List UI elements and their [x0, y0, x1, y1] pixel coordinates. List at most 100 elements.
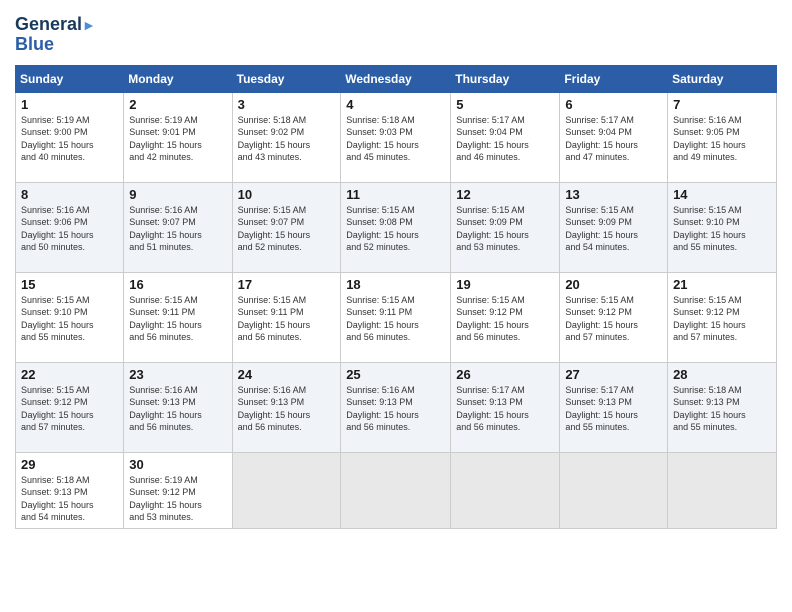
day-detail: Sunrise: 5:18 AM Sunset: 9:03 PM Dayligh…	[346, 114, 445, 164]
day-detail: Sunrise: 5:15 AM Sunset: 9:12 PM Dayligh…	[456, 294, 554, 344]
day-number: 1	[21, 97, 118, 112]
calendar-cell: 13 Sunrise: 5:15 AM Sunset: 9:09 PM Dayli…	[560, 182, 668, 272]
calendar-cell: 24 Sunrise: 5:16 AM Sunset: 9:13 PM Dayli…	[232, 362, 341, 452]
day-detail: Sunrise: 5:19 AM Sunset: 9:01 PM Dayligh…	[129, 114, 226, 164]
day-number: 9	[129, 187, 226, 202]
logo: General► Blue	[15, 15, 96, 55]
day-detail: Sunrise: 5:19 AM Sunset: 9:12 PM Dayligh…	[129, 474, 226, 524]
day-number: 13	[565, 187, 662, 202]
day-of-week-header: Friday	[560, 65, 668, 92]
day-detail: Sunrise: 5:15 AM Sunset: 9:09 PM Dayligh…	[565, 204, 662, 254]
day-number: 2	[129, 97, 226, 112]
calendar-cell: 15Sunrise: 5:15 AM Sunset: 9:10 PM Dayli…	[16, 272, 124, 362]
calendar-cell: 19 Sunrise: 5:15 AM Sunset: 9:12 PM Dayli…	[451, 272, 560, 362]
calendar-cell: 22Sunrise: 5:15 AM Sunset: 9:12 PM Dayli…	[16, 362, 124, 452]
day-number: 8	[21, 187, 118, 202]
calendar-cell: 23 Sunrise: 5:16 AM Sunset: 9:13 PM Dayli…	[124, 362, 232, 452]
day-detail: Sunrise: 5:16 AM Sunset: 9:13 PM Dayligh…	[238, 384, 336, 434]
calendar-cell: 28 Sunrise: 5:18 AM Sunset: 9:13 PM Dayli…	[668, 362, 777, 452]
day-of-week-header: Saturday	[668, 65, 777, 92]
day-detail: Sunrise: 5:15 AM Sunset: 9:11 PM Dayligh…	[238, 294, 336, 344]
calendar-cell: 29 Sunrise: 5:18 AM Sunset: 9:13 PM Dayli…	[16, 452, 124, 528]
day-detail: Sunrise: 5:16 AM Sunset: 9:13 PM Dayligh…	[129, 384, 226, 434]
day-detail: Sunrise: 5:18 AM Sunset: 9:13 PM Dayligh…	[673, 384, 771, 434]
day-number: 7	[673, 97, 771, 112]
day-detail: Sunrise: 5:15 AM Sunset: 9:10 PM Dayligh…	[21, 294, 118, 344]
day-of-week-header: Sunday	[16, 65, 124, 92]
calendar-cell: 25 Sunrise: 5:16 AM Sunset: 9:13 PM Dayli…	[341, 362, 451, 452]
calendar-cell: 14Sunrise: 5:15 AM Sunset: 9:10 PM Dayli…	[668, 182, 777, 272]
calendar-cell: 18 Sunrise: 5:15 AM Sunset: 9:11 PM Dayli…	[341, 272, 451, 362]
day-of-week-header: Thursday	[451, 65, 560, 92]
calendar-cell: 2 Sunrise: 5:19 AM Sunset: 9:01 PM Daylig…	[124, 92, 232, 182]
day-detail: Sunrise: 5:15 AM Sunset: 9:09 PM Dayligh…	[456, 204, 554, 254]
calendar-cell: 20 Sunrise: 5:15 AM Sunset: 9:12 PM Dayli…	[560, 272, 668, 362]
day-detail: Sunrise: 5:16 AM Sunset: 9:07 PM Dayligh…	[129, 204, 226, 254]
day-number: 18	[346, 277, 445, 292]
day-number: 3	[238, 97, 336, 112]
day-number: 6	[565, 97, 662, 112]
logo-subtext: Blue	[15, 35, 54, 55]
calendar-cell: 1 Sunrise: 5:19 AM Sunset: 9:00 PM Daylig…	[16, 92, 124, 182]
day-number: 29	[21, 457, 118, 472]
day-detail: Sunrise: 5:18 AM Sunset: 9:13 PM Dayligh…	[21, 474, 118, 524]
calendar-cell: 11 Sunrise: 5:15 AM Sunset: 9:08 PM Dayli…	[341, 182, 451, 272]
calendar-cell	[451, 452, 560, 528]
day-number: 27	[565, 367, 662, 382]
calendar-cell: 16 Sunrise: 5:15 AM Sunset: 9:11 PM Dayli…	[124, 272, 232, 362]
day-number: 19	[456, 277, 554, 292]
calendar-cell: 26 Sunrise: 5:17 AM Sunset: 9:13 PM Dayli…	[451, 362, 560, 452]
calendar-cell: 9 Sunrise: 5:16 AM Sunset: 9:07 PM Daylig…	[124, 182, 232, 272]
day-number: 30	[129, 457, 226, 472]
day-detail: Sunrise: 5:15 AM Sunset: 9:07 PM Dayligh…	[238, 204, 336, 254]
day-detail: Sunrise: 5:19 AM Sunset: 9:00 PM Dayligh…	[21, 114, 118, 164]
calendar-cell: 5 Sunrise: 5:17 AM Sunset: 9:04 PM Daylig…	[451, 92, 560, 182]
day-of-week-header: Tuesday	[232, 65, 341, 92]
day-number: 21	[673, 277, 771, 292]
calendar-cell: 6Sunrise: 5:17 AM Sunset: 9:04 PM Daylig…	[560, 92, 668, 182]
day-number: 10	[238, 187, 336, 202]
calendar-cell: 7 Sunrise: 5:16 AM Sunset: 9:05 PM Daylig…	[668, 92, 777, 182]
day-number: 17	[238, 277, 336, 292]
day-detail: Sunrise: 5:18 AM Sunset: 9:02 PM Dayligh…	[238, 114, 336, 164]
day-number: 12	[456, 187, 554, 202]
day-number: 4	[346, 97, 445, 112]
day-detail: Sunrise: 5:17 AM Sunset: 9:04 PM Dayligh…	[456, 114, 554, 164]
calendar-cell	[560, 452, 668, 528]
day-detail: Sunrise: 5:16 AM Sunset: 9:06 PM Dayligh…	[21, 204, 118, 254]
day-detail: Sunrise: 5:15 AM Sunset: 9:10 PM Dayligh…	[673, 204, 771, 254]
day-number: 24	[238, 367, 336, 382]
calendar-cell: 4 Sunrise: 5:18 AM Sunset: 9:03 PM Daylig…	[341, 92, 451, 182]
calendar-cell: 17 Sunrise: 5:15 AM Sunset: 9:11 PM Dayli…	[232, 272, 341, 362]
calendar-cell: 3 Sunrise: 5:18 AM Sunset: 9:02 PM Daylig…	[232, 92, 341, 182]
day-detail: Sunrise: 5:17 AM Sunset: 9:13 PM Dayligh…	[565, 384, 662, 434]
calendar-cell	[668, 452, 777, 528]
day-number: 22	[21, 367, 118, 382]
day-detail: Sunrise: 5:16 AM Sunset: 9:13 PM Dayligh…	[346, 384, 445, 434]
calendar-cell: 21Sunrise: 5:15 AM Sunset: 9:12 PM Dayli…	[668, 272, 777, 362]
day-number: 20	[565, 277, 662, 292]
day-detail: Sunrise: 5:15 AM Sunset: 9:11 PM Dayligh…	[346, 294, 445, 344]
day-number: 16	[129, 277, 226, 292]
day-number: 28	[673, 367, 771, 382]
calendar-table: SundayMondayTuesdayWednesdayThursdayFrid…	[15, 65, 777, 529]
calendar-cell	[232, 452, 341, 528]
day-number: 5	[456, 97, 554, 112]
page-header: General► Blue	[15, 15, 777, 55]
calendar-cell	[341, 452, 451, 528]
calendar-cell: 8 Sunrise: 5:16 AM Sunset: 9:06 PM Daylig…	[16, 182, 124, 272]
day-detail: Sunrise: 5:17 AM Sunset: 9:13 PM Dayligh…	[456, 384, 554, 434]
day-number: 11	[346, 187, 445, 202]
calendar-cell: 30 Sunrise: 5:19 AM Sunset: 9:12 PM Dayli…	[124, 452, 232, 528]
day-detail: Sunrise: 5:15 AM Sunset: 9:08 PM Dayligh…	[346, 204, 445, 254]
day-detail: Sunrise: 5:16 AM Sunset: 9:05 PM Dayligh…	[673, 114, 771, 164]
day-number: 23	[129, 367, 226, 382]
day-of-week-header: Wednesday	[341, 65, 451, 92]
calendar-cell: 12 Sunrise: 5:15 AM Sunset: 9:09 PM Dayli…	[451, 182, 560, 272]
day-number: 25	[346, 367, 445, 382]
day-number: 26	[456, 367, 554, 382]
day-detail: Sunrise: 5:15 AM Sunset: 9:11 PM Dayligh…	[129, 294, 226, 344]
day-of-week-header: Monday	[124, 65, 232, 92]
day-detail: Sunrise: 5:15 AM Sunset: 9:12 PM Dayligh…	[565, 294, 662, 344]
logo-text: General►	[15, 15, 96, 35]
